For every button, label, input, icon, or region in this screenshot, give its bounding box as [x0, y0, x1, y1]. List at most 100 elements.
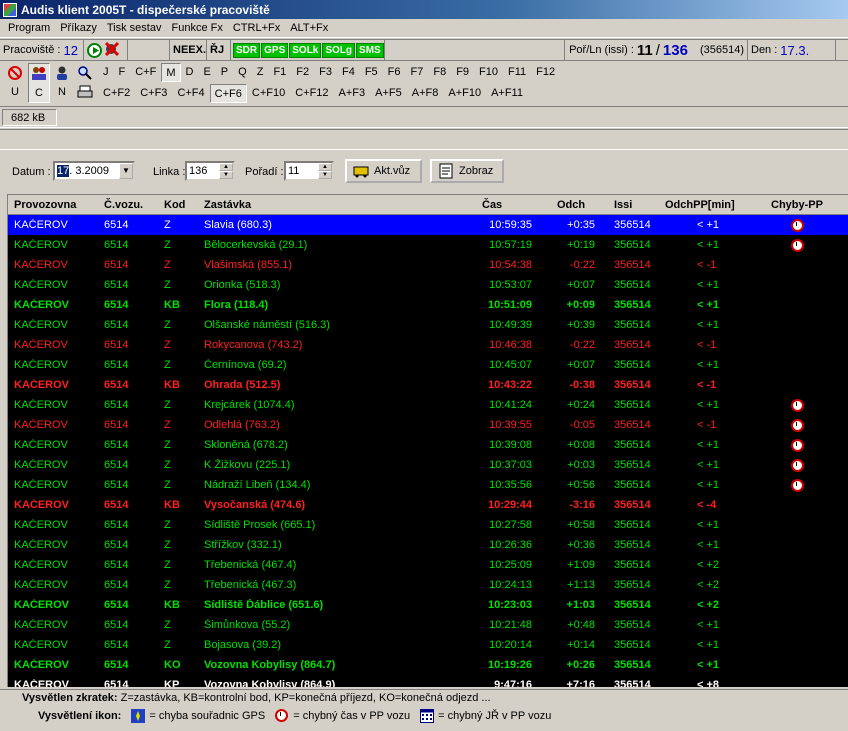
gps-button[interactable]: GPS	[261, 42, 289, 58]
key-af5[interactable]: A+F5	[370, 84, 407, 103]
table-row[interactable]: KAČEROV 6514 Z Skloněná (678.2) 10:39:08 +0:0…	[8, 435, 848, 455]
print-icon[interactable]	[74, 83, 96, 101]
zobraz-button[interactable]: Zobraz	[430, 159, 504, 183]
play-icon[interactable]	[87, 42, 102, 58]
sms-button[interactable]: SMS	[356, 42, 384, 58]
key-f4[interactable]: F4	[337, 63, 360, 82]
key-f7[interactable]: F7	[406, 63, 429, 82]
col-zastavka[interactable]: Zastávka	[204, 195, 404, 214]
table-row[interactable]: KAČEROV 6514 KB Sídliště Ďáblice (651.6) 10:…	[8, 595, 848, 615]
date-picker[interactable]: 17 . 3.2009 ▼	[53, 161, 135, 181]
toolbar-c[interactable]: C	[28, 63, 50, 103]
key-af3[interactable]: A+F3	[334, 84, 371, 103]
key-z[interactable]: Z	[252, 63, 269, 82]
clock-icon[interactable]	[790, 458, 804, 472]
toolbar-u[interactable]: U	[4, 63, 26, 103]
clock-icon[interactable]	[790, 218, 804, 232]
solg-button[interactable]: SOLg	[322, 42, 356, 58]
sdr-button[interactable]: SDR	[233, 42, 261, 58]
key-f12[interactable]: F12	[531, 63, 560, 82]
key-q[interactable]: Q	[233, 63, 252, 82]
clock-icon[interactable]	[790, 238, 804, 252]
key-f[interactable]: F	[114, 63, 131, 82]
key-cf3[interactable]: C+F3	[135, 84, 172, 103]
key-af8[interactable]: A+F8	[407, 84, 444, 103]
table-row[interactable]: KAČEROV 6514 Z Olšanské náměstí (516.3) 10:4…	[8, 315, 848, 335]
table-row[interactable]: KAČEROV 6514 KB Ohrada (512.5) 10:43:22 -0:38…	[8, 375, 848, 395]
clock-icon[interactable]	[790, 438, 804, 452]
order-up[interactable]: ▲	[318, 163, 332, 171]
key-e[interactable]: E	[198, 63, 215, 82]
menu-alt-fx[interactable]: ALT+Fx	[285, 22, 333, 34]
table-row[interactable]: KAČEROV 6514 KB Vysočanská (474.6) 10:29:44 -…	[8, 495, 848, 515]
table-row[interactable]: KAČEROV 6514 KB Flora (118.4) 10:51:09 +0:09 3…	[8, 295, 848, 315]
col-odchpp[interactable]: OdchPP[min]	[657, 195, 757, 214]
stop-icon[interactable]	[104, 41, 120, 60]
table-row[interactable]: KAČEROV 6514 Z Třebenická (467.4) 10:25:09 +1…	[8, 555, 848, 575]
key-cf12[interactable]: C+F12	[290, 84, 333, 103]
neex-button[interactable]: NEEX.	[170, 40, 207, 60]
line-up[interactable]: ▲	[219, 163, 233, 171]
line-spinner[interactable]: 136 ▲ ▼	[185, 161, 235, 181]
key-d[interactable]: D	[181, 63, 199, 82]
table-row[interactable]: KAČEROV 6514 Z Černínova (69.2) 10:45:07 +0:0…	[8, 355, 848, 375]
table-row[interactable]: KAČEROV 6514 Z Vlašimská (855.1) 10:54:38 -0:…	[8, 255, 848, 275]
toolbar-n[interactable]: N	[51, 63, 73, 103]
col-cislo-vozu[interactable]: Č.vozu.	[104, 195, 164, 214]
key-cf2[interactable]: C+F2	[98, 84, 135, 103]
key-f2[interactable]: F2	[291, 63, 314, 82]
key-af11[interactable]: A+F11	[486, 84, 528, 103]
table-row[interactable]: KAČEROV 6514 Z Třebenická (467.3) 10:24:13 +1…	[8, 575, 848, 595]
key-af10[interactable]: A+F10	[443, 84, 486, 103]
key-f5[interactable]: F5	[360, 63, 383, 82]
key-f10[interactable]: F10	[474, 63, 503, 82]
table-row[interactable]: KAČEROV 6514 Z Orionka (518.3) 10:53:07 +0:07…	[8, 275, 848, 295]
key-cf6[interactable]: C+F6	[209, 84, 247, 103]
table-row[interactable]: KAČEROV 6514 Z Sídliště Prosek (665.1) 10:27…	[8, 515, 848, 535]
key-j[interactable]: J	[98, 63, 114, 82]
line-down[interactable]: ▼	[219, 171, 233, 179]
clock-icon[interactable]	[790, 398, 804, 412]
key-cf10[interactable]: C+F10	[247, 84, 290, 103]
akt-vuz-button[interactable]: Akt.vůz	[345, 159, 422, 183]
clock-icon[interactable]	[790, 418, 804, 432]
key-cf4[interactable]: C+F4	[172, 84, 209, 103]
menu-ctrl-fx[interactable]: CTRL+Fx	[228, 22, 285, 34]
table-row[interactable]: KAČEROV 6514 Z K Žižkovu (225.1) 10:37:03 +0:…	[8, 455, 848, 475]
key-p[interactable]: P	[216, 63, 233, 82]
table-row[interactable]: KAČEROV 6514 Z Slavia (680.3) 10:59:35 +0:35 3…	[8, 215, 848, 235]
col-chyby-pp[interactable]: Chyby-PP	[757, 195, 837, 214]
table-row[interactable]: KAČEROV 6514 Z Krejcárek (1074.4) 10:41:24 +0…	[8, 395, 848, 415]
table-row[interactable]: KAČEROV 6514 Z Šimůnkova (55.2) 10:21:48 +0:4…	[8, 615, 848, 635]
key-f3[interactable]: F3	[314, 63, 337, 82]
toolbar-search[interactable]	[74, 63, 96, 103]
key-f11[interactable]: F11	[503, 63, 531, 82]
menu-funkce-fx[interactable]: Funkce Fx	[166, 22, 227, 34]
col-issi[interactable]: Issi	[595, 195, 657, 214]
rj-button[interactable]: ŘJ	[207, 40, 231, 60]
key-m[interactable]: M	[161, 63, 181, 82]
key-f1[interactable]: F1	[268, 63, 291, 82]
table-row[interactable]: KAČEROV 6514 Z Nádraží Libeň (134.4) 10:35:5…	[8, 475, 848, 495]
key-f8[interactable]: F8	[428, 63, 451, 82]
col-odch[interactable]: Odch	[532, 195, 595, 214]
order-down[interactable]: ▼	[318, 171, 332, 179]
key-cf[interactable]: C+F	[130, 63, 161, 82]
date-dropdown[interactable]: ▼	[119, 163, 133, 179]
col-cas[interactable]: Čas	[404, 195, 532, 214]
key-f6[interactable]: F6	[383, 63, 406, 82]
table-row[interactable]: KAČEROV 6514 Z Bělocerkevská (29.1) 10:57:19…	[8, 235, 848, 255]
col-kod[interactable]: Kod	[164, 195, 204, 214]
menu-tisk-sestav[interactable]: Tisk sestav	[102, 22, 167, 34]
menu-program[interactable]: Program	[3, 22, 55, 34]
table-row[interactable]: KAČEROV 6514 KO Vozovna Kobylisy (864.7) 10:…	[8, 655, 848, 675]
table-row[interactable]: KAČEROV 6514 Z Střížkov (332.1) 10:26:36 +0:3…	[8, 535, 848, 555]
table-row[interactable]: KAČEROV 6514 Z Bojasova (39.2) 10:20:14 +0:14…	[8, 635, 848, 655]
solk-button[interactable]: SOLk	[289, 42, 322, 58]
table-row[interactable]: KAČEROV 6514 KP Vozovna Kobylisy (864.9) 9:4…	[8, 675, 848, 687]
table-row[interactable]: KAČEROV 6514 Z Odlehlá (763.2) 10:39:55 -0:05…	[8, 415, 848, 435]
col-provozovna[interactable]: Provozovna	[8, 195, 104, 214]
menu-prikazy[interactable]: Příkazy	[55, 22, 102, 34]
clock-icon[interactable]	[790, 478, 804, 492]
key-f9[interactable]: F9	[451, 63, 474, 82]
